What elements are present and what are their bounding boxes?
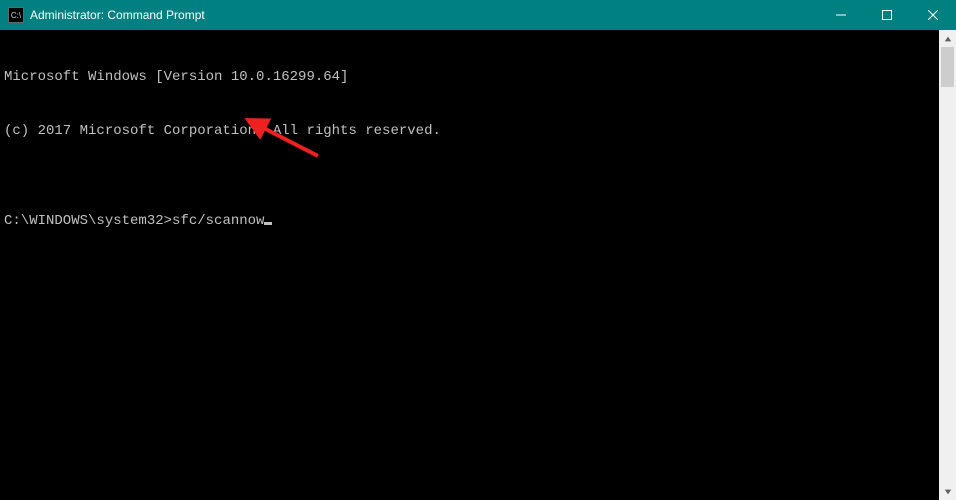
terminal-output[interactable]: Microsoft Windows [Version 10.0.16299.64… [0,30,939,500]
prompt-path: C:\WINDOWS\system32> [4,213,172,229]
titlebar[interactable]: C:\ Administrator: Command Prompt [0,0,956,30]
maximize-button[interactable] [864,0,910,30]
command-prompt-window: C:\ Administrator: Command Prompt Micros… [0,0,956,500]
app-icon: C:\ [8,7,24,23]
minimize-icon [836,10,846,20]
scroll-thumb[interactable] [941,47,954,87]
scroll-down-button[interactable] [939,483,956,500]
version-line: Microsoft Windows [Version 10.0.16299.64… [4,68,935,86]
prompt-line: C:\WINDOWS\system32>sfc/scannow [4,212,935,230]
scroll-up-button[interactable] [939,30,956,47]
text-cursor [264,222,272,225]
window-title: Administrator: Command Prompt [30,8,205,22]
window-controls [818,0,956,30]
close-icon [928,10,938,20]
chevron-up-icon [944,35,952,43]
chevron-down-icon [944,488,952,496]
typed-command: sfc/scannow [172,213,264,229]
copyright-line: (c) 2017 Microsoft Corporation. All righ… [4,122,935,140]
minimize-button[interactable] [818,0,864,30]
scroll-track[interactable] [939,47,956,483]
vertical-scrollbar[interactable] [939,30,956,500]
client-area: Microsoft Windows [Version 10.0.16299.64… [0,30,956,500]
close-button[interactable] [910,0,956,30]
maximize-icon [882,10,892,20]
